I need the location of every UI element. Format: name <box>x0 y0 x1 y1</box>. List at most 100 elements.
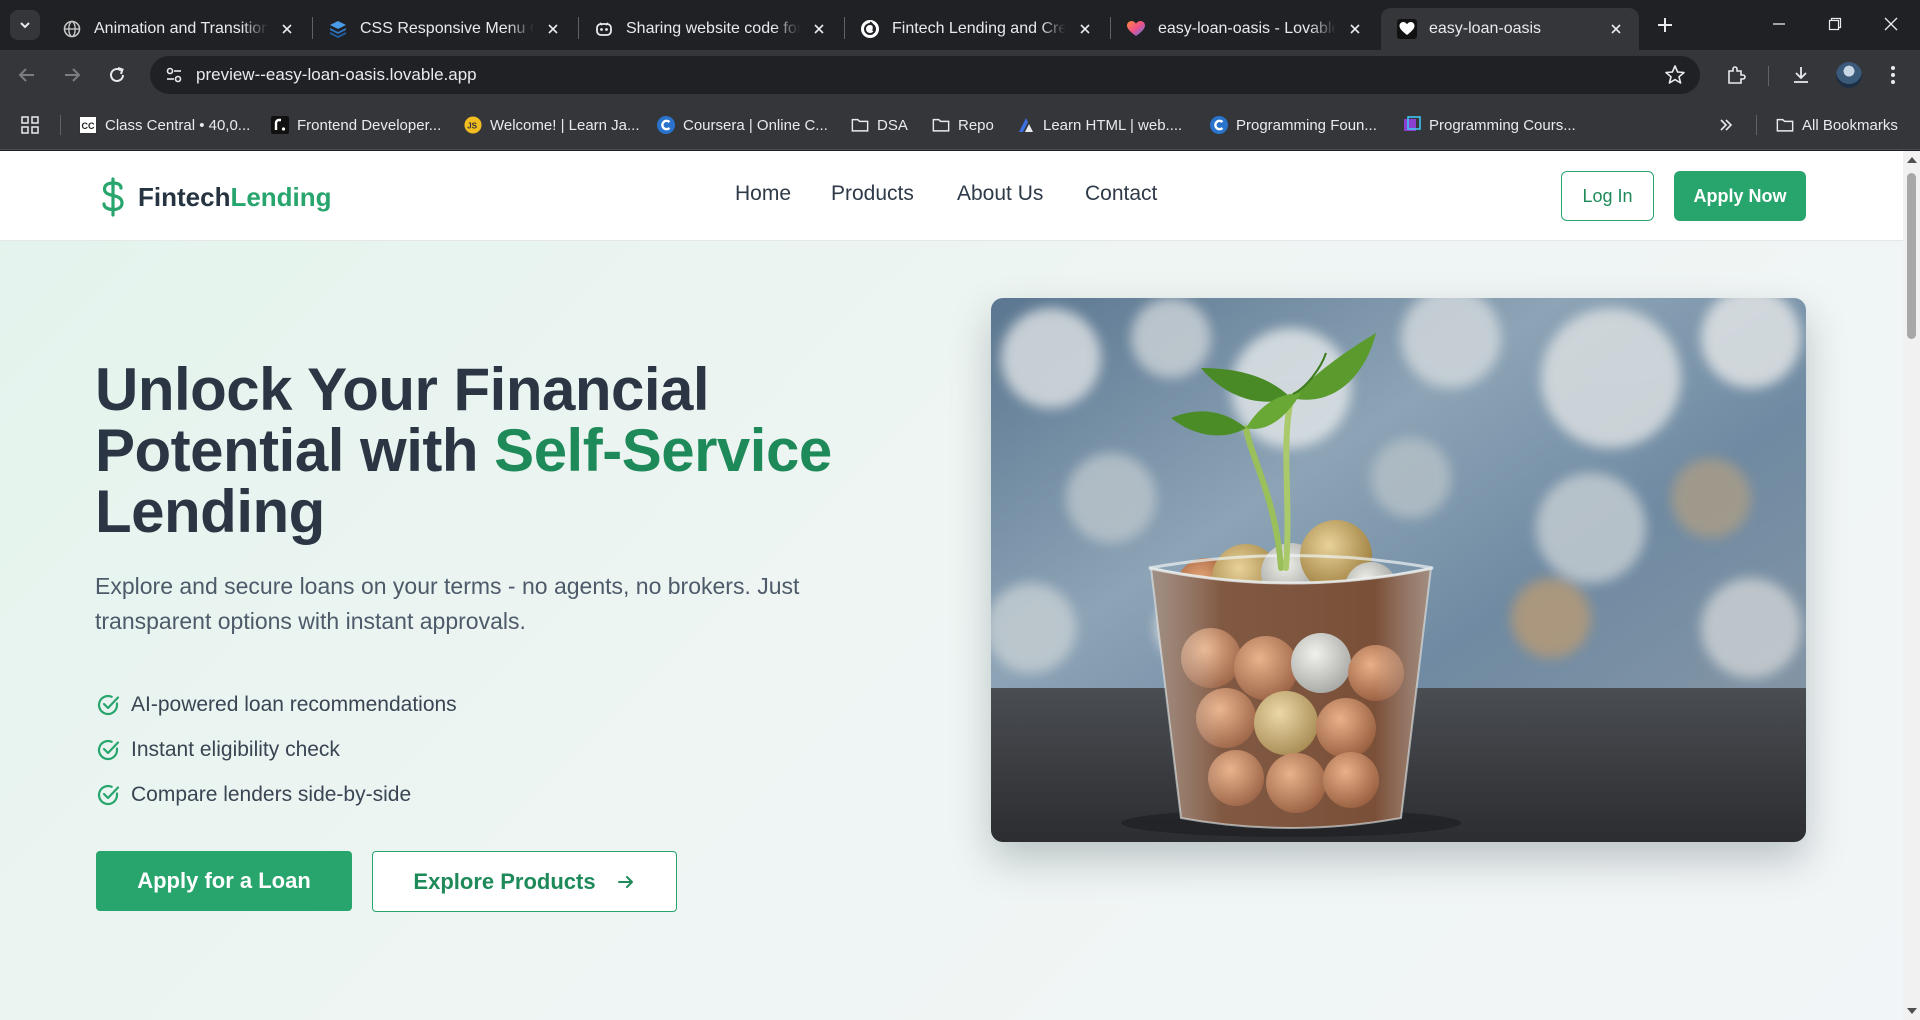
bookmark-learn-html[interactable]: Learn HTML | web.... <box>1017 113 1182 137</box>
tab-title: CSS Responsive Menu Gen <box>360 20 534 37</box>
close-icon[interactable] <box>808 18 830 40</box>
plant-in-coin-jar-image <box>991 298 1806 842</box>
feature-item: Compare lenders side-by-side <box>95 772 457 817</box>
download-icon[interactable] <box>1788 62 1814 88</box>
minimize-button[interactable] <box>1750 0 1808 48</box>
toolbar-separator <box>1768 66 1769 86</box>
feature-item: Instant eligibility check <box>95 727 457 772</box>
nav-about-us[interactable]: About Us <box>957 182 1043 206</box>
bookmark-folder-repo[interactable]: Repo <box>932 113 994 137</box>
tab-strip: Animation and Transitions CSS Responsive… <box>0 0 1920 50</box>
bookmarks-separator <box>1756 115 1757 135</box>
explore-products-button[interactable]: Explore Products <box>372 851 677 912</box>
apply-for-loan-button[interactable]: Apply for a Loan <box>96 851 352 911</box>
arrow-right-icon <box>616 872 636 892</box>
browser-toolbar: preview--easy-loan-oasis.lovable.app <box>0 50 1920 100</box>
site-header: Fintech Lending Home Products About Us Co… <box>0 151 1903 241</box>
robot-icon <box>594 19 614 39</box>
forward-button[interactable] <box>54 57 90 93</box>
feature-item: AI-powered loan recommendations <box>95 682 457 727</box>
close-icon[interactable] <box>1074 18 1096 40</box>
address-bar[interactable]: preview--easy-loan-oasis.lovable.app <box>150 56 1700 94</box>
logo-text-lending: Lending <box>230 181 332 212</box>
svg-text:CC: CC <box>82 121 95 131</box>
scrollbar-thumb[interactable] <box>1907 173 1916 339</box>
tab-fintech-chat[interactable]: Fintech Lending and Credit <box>844 8 1108 50</box>
profile-avatar[interactable] <box>1836 62 1862 88</box>
nav-home[interactable]: Home <box>735 182 791 206</box>
hero-title-line2: Potential with <box>95 417 495 484</box>
tab-lovable-editor[interactable]: easy-loan-oasis - Lovable <box>1110 8 1378 50</box>
tab-title: easy-loan-oasis - Lovable <box>1158 20 1336 37</box>
tab-title: Animation and Transitions <box>94 20 268 37</box>
classcentral-icon: CC <box>79 116 97 134</box>
scroll-up-arrow-icon[interactable] <box>1907 157 1917 163</box>
arrow-left-icon <box>18 68 34 82</box>
layers-icon <box>328 19 348 39</box>
url-text[interactable]: preview--easy-loan-oasis.lovable.app <box>196 65 477 85</box>
close-icon[interactable] <box>276 18 298 40</box>
hero-title: Unlock Your Financial Potential with Sel… <box>95 359 915 542</box>
check-circle-icon <box>95 692 121 718</box>
bookmarks-overflow-icon[interactable] <box>1718 113 1734 137</box>
dollar-icon <box>98 177 128 217</box>
arrow-right-icon <box>65 68 81 82</box>
bookmark-folder-dsa[interactable]: DSA <box>851 113 908 137</box>
bookmark-programming-courses[interactable]: Programming Cours... <box>1403 113 1576 137</box>
back-button[interactable] <box>9 57 45 93</box>
reload-icon <box>110 67 124 82</box>
tab-css-menu[interactable]: CSS Responsive Menu Gen <box>312 8 576 50</box>
nav-contact[interactable]: Contact <box>1085 182 1157 206</box>
tab-title: Fintech Lending and Credit <box>892 20 1066 37</box>
bookmark-star-icon[interactable] <box>1664 64 1686 86</box>
bookmark-coursera[interactable]: Coursera | Online C... <box>657 113 828 137</box>
tab-search-button[interactable] <box>10 10 40 40</box>
folder-icon <box>1776 116 1794 134</box>
all-bookmarks-button[interactable]: All Bookmarks <box>1776 113 1898 137</box>
coursera-icon <box>1210 116 1228 134</box>
webdev-icon <box>1017 116 1035 134</box>
bookmark-class-central[interactable]: CC Class Central • 40,0... <box>79 113 250 137</box>
extensions-icon[interactable] <box>1723 62 1749 88</box>
bookmark-programming-foundations[interactable]: Programming Foun... <box>1210 113 1377 137</box>
hero-subtitle: Explore and secure loans on your terms -… <box>95 573 800 634</box>
chevron-down-icon <box>20 22 30 29</box>
new-tab-button[interactable] <box>1650 10 1680 40</box>
folder-icon <box>851 116 869 134</box>
bookmarks-bar: CC Class Central • 40,0... Frontend Deve… <box>0 100 1920 150</box>
menu-kebab-icon[interactable] <box>1880 62 1906 88</box>
check-circle-icon <box>95 737 121 763</box>
close-icon[interactable] <box>1344 18 1366 40</box>
reload-button[interactable] <box>99 57 135 93</box>
bookmark-label: Class Central • 40,0... <box>105 116 251 134</box>
bookmark-learn-js[interactable]: JS Welcome! | Learn Ja... <box>464 113 640 137</box>
login-button[interactable]: Log In <box>1561 171 1654 221</box>
all-bookmarks-label: All Bookmarks <box>1802 116 1898 134</box>
course-icon <box>1403 116 1421 134</box>
bookmark-frontend-developer[interactable]: Frontend Developer... <box>271 113 441 137</box>
plus-icon <box>1658 18 1672 32</box>
tab-title: Sharing website code for a <box>626 20 800 37</box>
scroll-down-arrow-icon[interactable] <box>1907 1008 1917 1014</box>
tab-sharing-code[interactable]: Sharing website code for a <box>578 8 842 50</box>
logo-text-fintech: Fintech <box>138 181 231 212</box>
folder-icon <box>932 116 950 134</box>
apps-grid-icon[interactable] <box>20 113 40 137</box>
site-logo[interactable]: Fintech Lending <box>98 177 332 217</box>
page-viewport: Fintech Lending Home Products About Us Co… <box>0 151 1920 1020</box>
close-window-button[interactable] <box>1862 0 1920 48</box>
nav-products[interactable]: Products <box>831 182 914 206</box>
hero-title-accent: Self-Service <box>494 417 832 484</box>
site-info-icon[interactable] <box>154 56 194 94</box>
close-icon[interactable] <box>542 18 564 40</box>
apply-now-button[interactable]: Apply Now <box>1674 171 1806 221</box>
white-heart-icon <box>1397 19 1417 39</box>
tab-easy-loan-oasis[interactable]: easy-loan-oasis <box>1381 8 1639 50</box>
restore-button[interactable] <box>1806 0 1864 48</box>
page-scrollbar[interactable] <box>1903 151 1920 1020</box>
tab-animation[interactable]: Animation and Transitions <box>46 8 310 50</box>
globe-icon <box>62 19 82 39</box>
lovable-heart-icon <box>1126 19 1146 39</box>
close-icon[interactable] <box>1605 18 1627 40</box>
tab-title: easy-loan-oasis <box>1429 20 1542 37</box>
